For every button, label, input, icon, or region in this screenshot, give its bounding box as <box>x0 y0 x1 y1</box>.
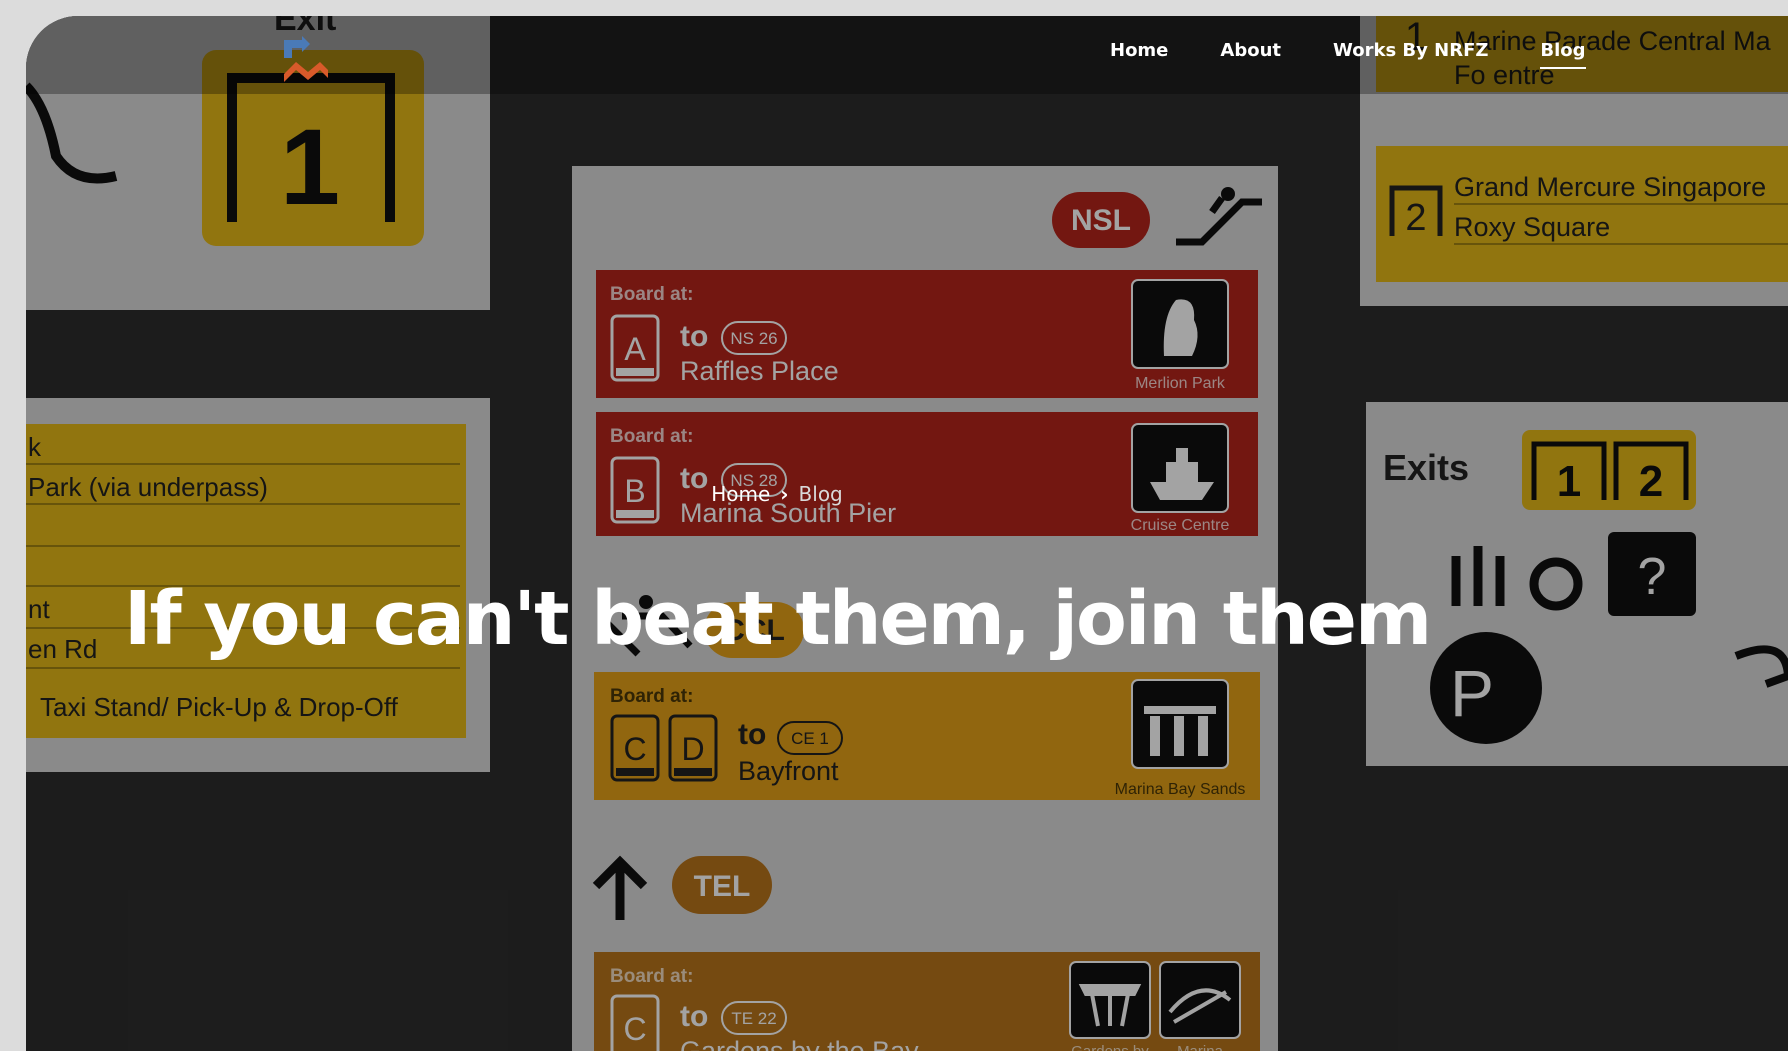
nav-home[interactable]: Home <box>1110 40 1168 69</box>
hero-section: Exit 1 k Park (via underpass) nt en Rd T… <box>26 16 1788 1051</box>
nav-works-by-nrfz[interactable]: Works By NRFZ <box>1333 40 1488 69</box>
breadcrumb: Home › Blog <box>26 482 1658 506</box>
main-nav: Home About Works By NRFZ Blog <box>1110 40 1586 69</box>
nav-blog[interactable]: Blog <box>1540 40 1586 69</box>
site-logo-icon[interactable] <box>280 34 332 92</box>
breadcrumb-home-link[interactable]: Home <box>711 482 770 506</box>
breadcrumb-current: Blog <box>798 482 843 506</box>
page-title: If you can't beat them, join them <box>123 575 1432 662</box>
dark-overlay <box>26 16 1788 1051</box>
site-header: Home About Works By NRFZ Blog <box>26 16 1788 94</box>
nav-about[interactable]: About <box>1220 40 1281 69</box>
chevron-right-icon: › <box>780 482 789 506</box>
